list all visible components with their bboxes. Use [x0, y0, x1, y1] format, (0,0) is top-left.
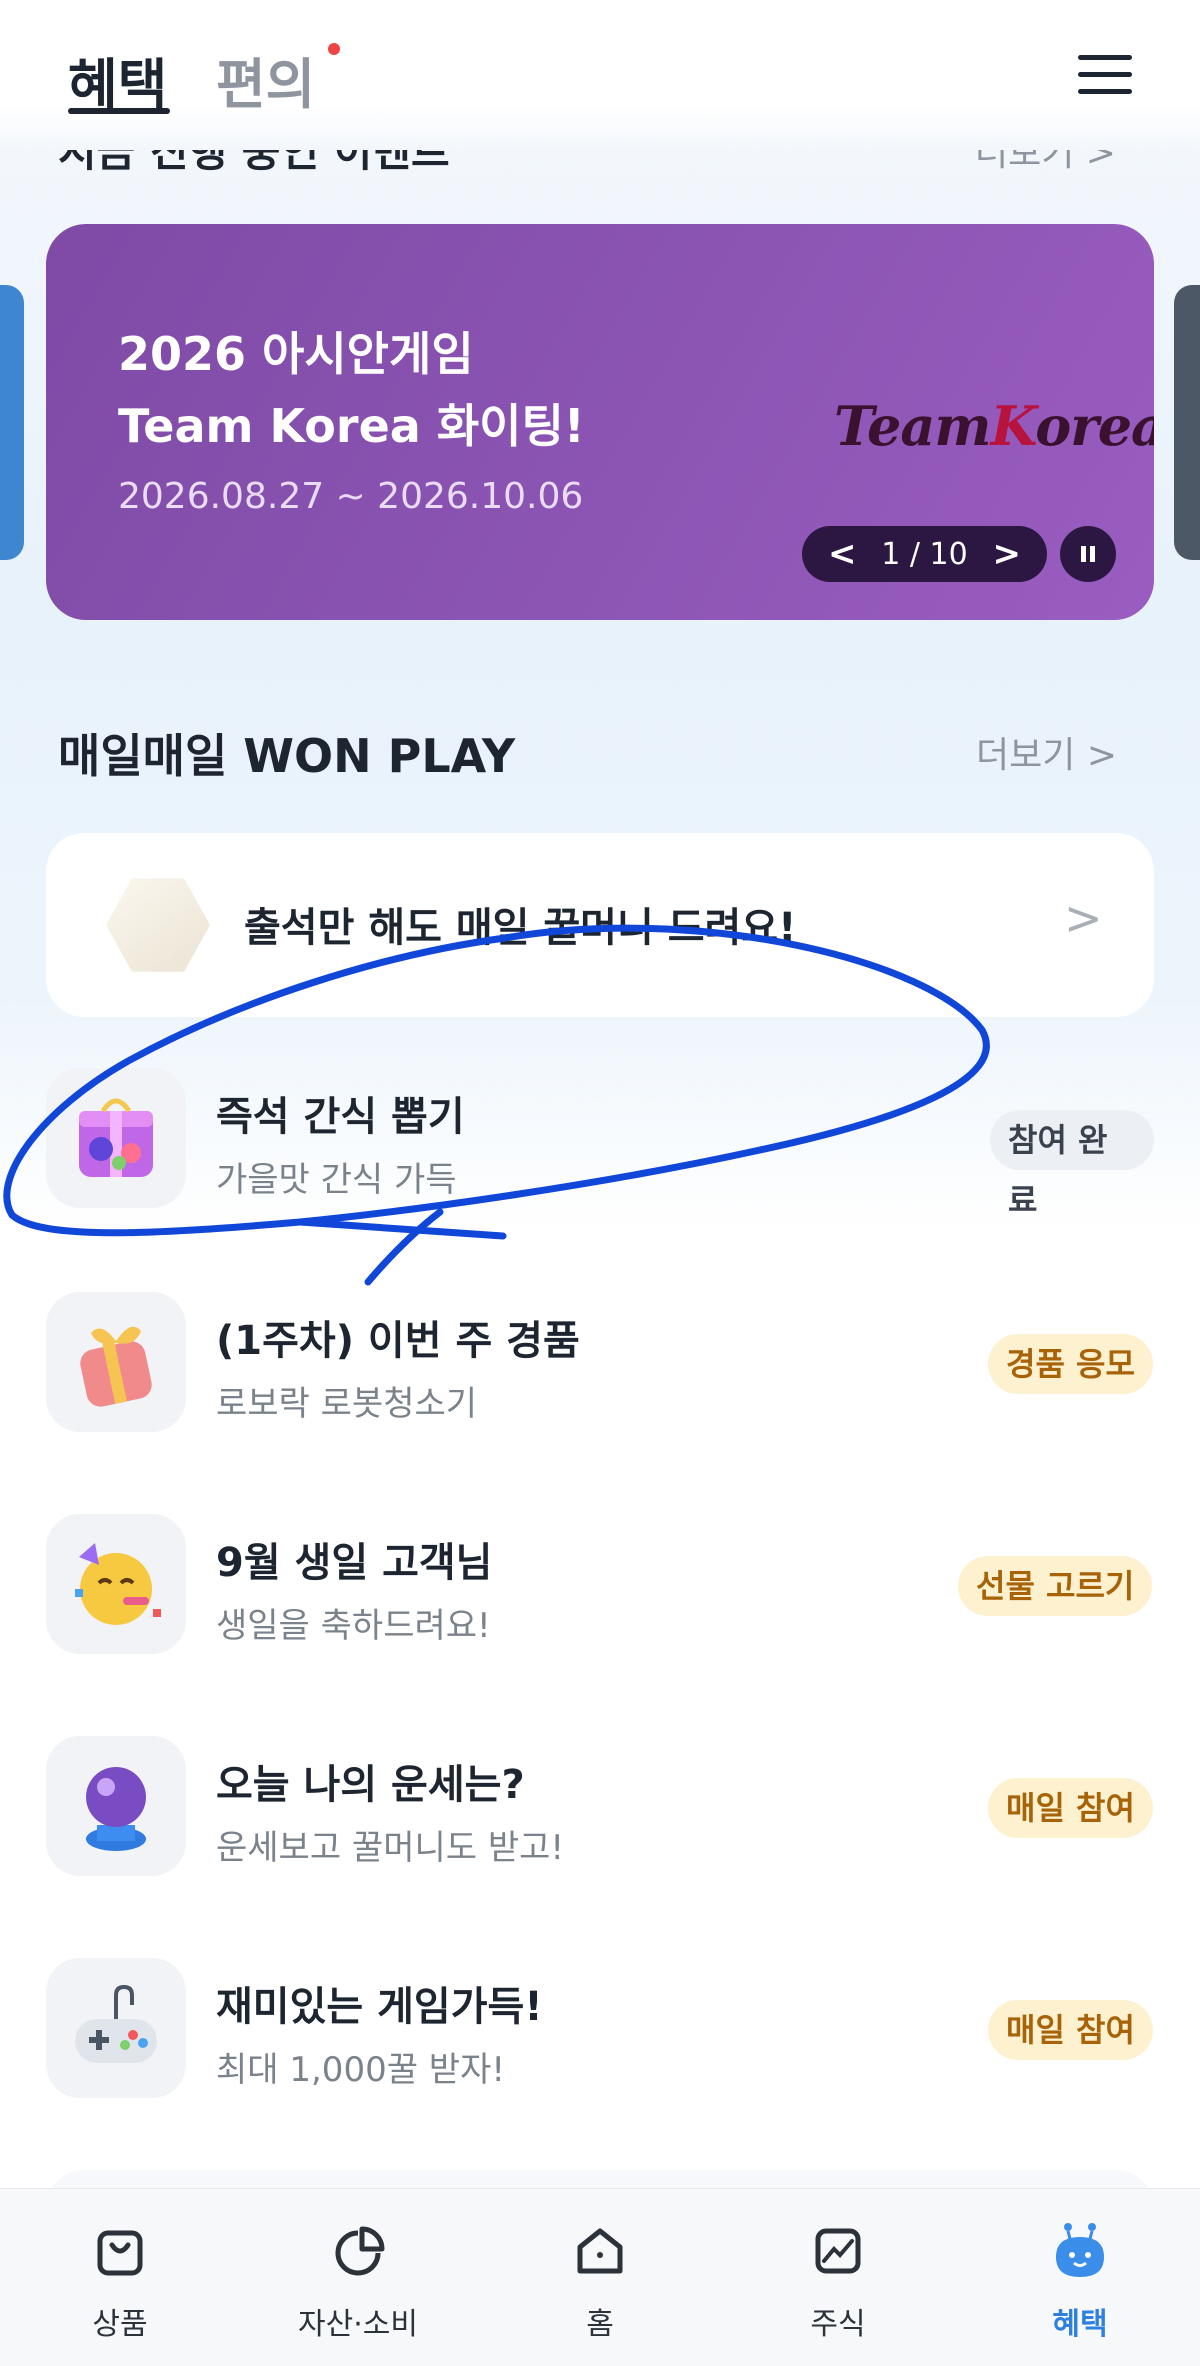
banner-date: 2026.08.27 ~ 2026.10.06 [118, 476, 584, 517]
item-title: (1주차) 이번 주 경품 [216, 1318, 580, 1364]
notification-dot [328, 43, 340, 55]
pager-count: 1 / 10 [881, 536, 968, 572]
nav-label: 자산·소비 [298, 2307, 418, 2342]
status-badge[interactable]: 매일 참여 [988, 1778, 1153, 1838]
item-subtitle: 가을맛 간식 가득 [216, 1160, 457, 1200]
item-subtitle: 운세보고 꿀머니도 받고! [216, 1828, 565, 1868]
item-subtitle: 최대 1,000꿀 받자! [216, 2050, 505, 2090]
banner-title-line1: 2026 아시안게임 [118, 327, 474, 381]
honey-coin-icon [106, 878, 210, 972]
nav-label: 주식 [810, 2307, 866, 2342]
nav-stocks[interactable]: 주식 [738, 2189, 938, 2366]
chevron-right-icon: > [1064, 891, 1103, 945]
list-item[interactable]: 오늘 나의 운세는? 운세보고 꿀머니도 받고! 매일 참여 [46, 1736, 1154, 1876]
nav-benefits[interactable]: 혜택 [980, 2189, 1180, 2366]
benefit-mascot-icon [1056, 2223, 1104, 2277]
carousel-prev-card[interactable] [0, 285, 24, 560]
stock-chart-icon [815, 2228, 861, 2274]
item-title: 오늘 나의 운세는? [216, 1762, 525, 1808]
shopping-bag-icon [97, 2230, 143, 2276]
won-play-more-link[interactable]: 더보기 > [976, 726, 1117, 778]
status-badge[interactable]: 경품 응모 [988, 1334, 1153, 1394]
won-play-title: 매일매일 WON PLAY [58, 729, 516, 783]
tab-convenience[interactable]: 편의 [216, 40, 315, 119]
pager-prev-icon[interactable]: < [828, 534, 857, 574]
nav-assets[interactable]: 자산·소비 [258, 2189, 458, 2366]
nav-label: 상품 [92, 2307, 148, 2342]
item-title: 재미있는 게임가득! [216, 1984, 543, 2030]
list-item[interactable]: (1주차) 이번 주 경품 로보락 로봇청소기 경품 응모 [46, 1292, 1154, 1432]
tab-active-indicator [68, 108, 170, 114]
list-item[interactable]: 9월 생일 고객님 생일을 축하드려요! 선물 고르기 [46, 1514, 1154, 1654]
chevron-right-icon: > [1086, 735, 1117, 776]
item-title: 즉석 간식 뽑기 [216, 1094, 465, 1140]
home-icon [577, 2228, 623, 2274]
nav-products[interactable]: 상품 [20, 2189, 220, 2366]
party-face-icon [46, 1514, 186, 1654]
gift-box-icon [46, 1292, 186, 1432]
banner-title-line2: Team Korea 화이팅! [118, 399, 585, 453]
item-subtitle: 로보락 로봇청소기 [216, 1384, 478, 1424]
pager-next-icon[interactable]: > [992, 534, 1021, 574]
gift-capsule-icon [46, 1068, 186, 1208]
list-item[interactable]: 즉석 간식 뽑기 가을맛 간식 가득 참여 완료 [46, 1068, 1154, 1219]
item-title: 9월 생일 고객님 [216, 1540, 493, 1586]
bottom-navigation: 상품 자산·소비 홈 주식 혜택 [0, 2188, 1200, 2366]
hamburger-menu-icon[interactable] [1078, 55, 1132, 99]
carousel-next-card[interactable] [1174, 285, 1200, 560]
nav-label: 홈 [586, 2307, 614, 2342]
status-badge[interactable]: 매일 참여 [988, 2000, 1153, 2060]
event-banner[interactable]: 2026 아시안게임 Team Korea 화이팅! 2026.08.27 ~ … [46, 224, 1154, 620]
status-badge[interactable]: 선물 고르기 [958, 1556, 1153, 1616]
item-subtitle: 생일을 축하드려요! [216, 1606, 491, 1646]
nav-label: 혜택 [1052, 2307, 1108, 2342]
attendance-text: 출석만 해도 매일 꿀머니 드려요! [244, 905, 797, 951]
nav-home[interactable]: 홈 [500, 2189, 700, 2366]
game-controller-icon [46, 1958, 186, 2098]
pause-icon[interactable] [1060, 526, 1116, 582]
top-bar: 혜택 편의 [0, 0, 1200, 150]
pie-chart-icon [335, 2226, 385, 2276]
list-item[interactable]: 재미있는 게임가득! 최대 1,000꿀 받자! 매일 참여 [46, 1958, 1154, 2098]
banner-pager: < 1 / 10 > [802, 526, 1047, 582]
crystal-ball-icon [46, 1736, 186, 1876]
attendance-card[interactable]: 출석만 해도 매일 꿀머니 드려요! > [46, 833, 1154, 1017]
status-badge[interactable]: 참여 완료 [990, 1110, 1154, 1219]
team-korea-logo: TeamKorea [834, 394, 1154, 458]
